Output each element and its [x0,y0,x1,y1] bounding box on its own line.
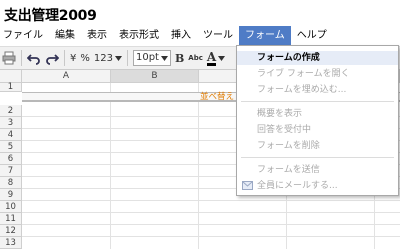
gridline [22,224,400,225]
menu-help[interactable]: ヘルプ [291,26,333,45]
gridline [22,236,400,237]
chevron-down-icon [218,55,226,61]
percent-button[interactable]: % [80,49,90,67]
form-menu-dropdown: フォームの作成 ライブ フォームを開く フォームを埋め込む... 概要を表示 回… [236,45,399,196]
column-header-b[interactable]: B [111,70,199,83]
menu-item-send-form[interactable]: フォームを送信 [237,163,398,177]
menu-file[interactable]: ファイル [0,26,49,45]
menu-view[interactable]: 表示 [81,26,113,45]
toolbar-separator [21,50,22,66]
toolbar-separator [64,50,65,66]
menu-edit[interactable]: 編集 [49,26,81,45]
row-header-2[interactable]: 2 [0,105,22,117]
row-header-9[interactable]: 9 [0,189,22,201]
row-header-4[interactable]: 4 [0,129,22,141]
printer-icon[interactable] [2,49,16,67]
number-format-button[interactable]: 123 [94,49,122,67]
chevron-down-icon [114,55,122,61]
menu-item-email-all[interactable]: 全員にメールする... [237,179,398,193]
gridline [22,200,400,201]
menu-item-create-form[interactable]: フォームの作成 [237,51,398,65]
redo-icon[interactable] [45,49,59,67]
currency-button[interactable]: ¥ [70,49,76,67]
sort-label[interactable]: 並べ替え [200,92,234,102]
menu-item-email-all-label: 全員にメールする... [257,181,338,191]
font-size-value: 10pt [135,52,159,63]
text-color-icon: A [206,49,217,66]
toolbar-separator [126,50,128,66]
menu-item-embed-form[interactable]: フォームを埋め込む... [237,83,398,97]
menu-insert[interactable]: 挿入 [165,26,197,45]
menu-item-show-summary[interactable]: 概要を表示 [237,107,398,121]
row-header-12[interactable]: 12 [0,225,22,237]
menu-form[interactable]: フォーム [239,26,291,45]
number-format-label: 123 [93,52,113,64]
mail-icon [242,181,253,190]
menu-separator [241,157,394,158]
row-header-7[interactable]: 7 [0,165,22,177]
row-header-1[interactable]: 1 [0,83,22,92]
row-header-5[interactable]: 5 [0,141,22,153]
undo-icon[interactable] [27,49,41,67]
row-header-11[interactable]: 11 [0,213,22,225]
document-title: 支出管理2009 [4,8,97,24]
row-header-6[interactable]: 6 [0,153,22,165]
gridline [22,212,400,213]
bold-button[interactable]: B [175,49,184,67]
strikethrough-button[interactable]: Abc [188,49,203,67]
row-header-13[interactable]: 13 [0,237,22,249]
menu-item-accepting-responses[interactable]: 回答を受付中 [237,123,398,137]
row-header-8[interactable]: 8 [0,177,22,189]
menu-item-delete-form[interactable]: フォームを削除 [237,139,398,153]
text-color-button[interactable]: A [206,49,226,67]
row-header-3[interactable]: 3 [0,117,22,129]
font-size-select[interactable]: 10pt [132,50,171,66]
menu-item-open-live-form[interactable]: ライブ フォームを開く [237,67,398,81]
chevron-down-icon [160,55,168,61]
row-header-10[interactable]: 10 [0,201,22,213]
menu-separator [241,101,394,102]
menu-tools[interactable]: ツール [197,26,239,45]
menubar: ファイル 編集 表示 表示形式 挿入 ツール フォーム ヘルプ [0,26,400,45]
menu-format[interactable]: 表示形式 [113,26,165,45]
column-header-a[interactable]: A [22,70,111,83]
